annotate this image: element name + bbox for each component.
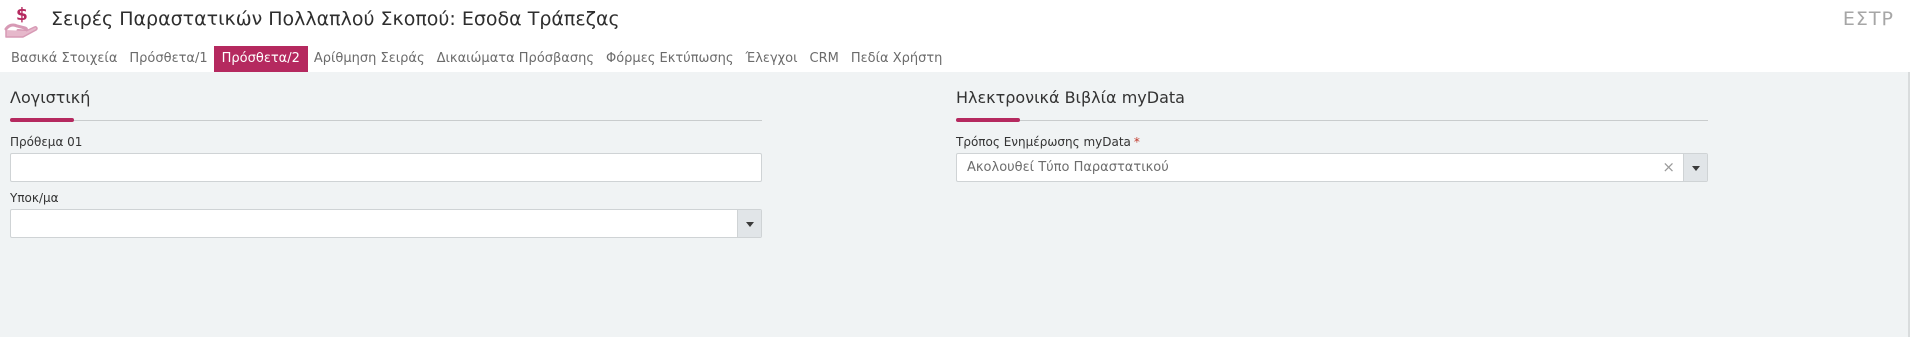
section-divider — [956, 118, 1708, 122]
tab-basic-info[interactable]: Βασικά Στοιχεία — [5, 46, 123, 72]
mydata-mode-value: Ακολουθεί Τύπο Παραστατικού — [967, 160, 1169, 175]
prefix-label: Πρόθεμα 01 — [10, 135, 83, 149]
tab-bar: Βασικά Στοιχεία Πρόσθετα/1 Πρόσθετα/2 Αρ… — [5, 46, 948, 72]
prefix-input[interactable] — [10, 153, 762, 182]
tab-series-numbering[interactable]: Αρίθμηση Σειράς — [308, 46, 431, 72]
section-accent-bar — [10, 118, 74, 122]
tab-additional-1[interactable]: Πρόσθετα/1 — [123, 46, 213, 72]
app-window: $ Σειρές Παραστατικών Πολλαπλού Σκοπού: … — [0, 0, 1910, 337]
required-marker: * — [1133, 135, 1140, 149]
section-accent-bar — [956, 118, 1020, 122]
tab-user-fields[interactable]: Πεδία Χρήστη — [845, 46, 949, 72]
mydata-mode-label: Τρόπος Ενημέρωσης myData * — [956, 134, 1708, 150]
mydata-mode-dropdown-button[interactable] — [1683, 154, 1707, 181]
mydata-mode-select[interactable]: Ακολουθεί Τύπο Παραστατικού × — [956, 153, 1708, 182]
subaccount-label: Υποκ/μα — [10, 191, 59, 205]
section-divider — [10, 118, 762, 122]
header: $ Σειρές Παραστατικών Πολλαπλού Σκοπού: … — [0, 0, 1910, 44]
subaccount-select[interactable] — [10, 209, 762, 238]
tab-crm[interactable]: CRM — [804, 46, 845, 72]
caret-down-icon — [1692, 166, 1700, 171]
section-title: Λογιστική — [10, 88, 91, 107]
mydata-section: Ηλεκτρονικά Βιβλία myData Τρόπος Ενημέρω… — [956, 86, 1708, 182]
form-content: Λογιστική Πρόθεμα 01 Υποκ/μα Ηλεκτρονικά… — [0, 72, 1908, 337]
tab-checks[interactable]: Έλεγχοι — [740, 46, 804, 72]
svg-text:$: $ — [16, 5, 28, 25]
tab-access-rights[interactable]: Δικαιώματα Πρόσβασης — [431, 46, 600, 72]
mydata-mode-label-text: Τρόπος Ενημέρωσης myData — [956, 135, 1131, 149]
page-title: Σειρές Παραστατικών Πολλαπλού Σκοπού: Εσ… — [51, 8, 620, 30]
tab-additional-2[interactable]: Πρόσθετα/2 — [213, 46, 308, 72]
caret-down-icon — [746, 222, 754, 227]
section-title: Ηλεκτρονικά Βιβλία myData — [956, 88, 1185, 107]
subaccount-dropdown-button[interactable] — [737, 210, 761, 237]
tab-print-forms[interactable]: Φόρμες Εκτύπωσης — [600, 46, 740, 72]
accounting-section: Λογιστική Πρόθεμα 01 Υποκ/μα — [10, 86, 762, 238]
money-hand-icon: $ — [3, 3, 41, 39]
clear-icon[interactable]: × — [1662, 154, 1675, 181]
record-code: ΕΣΤΡ — [1842, 8, 1894, 30]
